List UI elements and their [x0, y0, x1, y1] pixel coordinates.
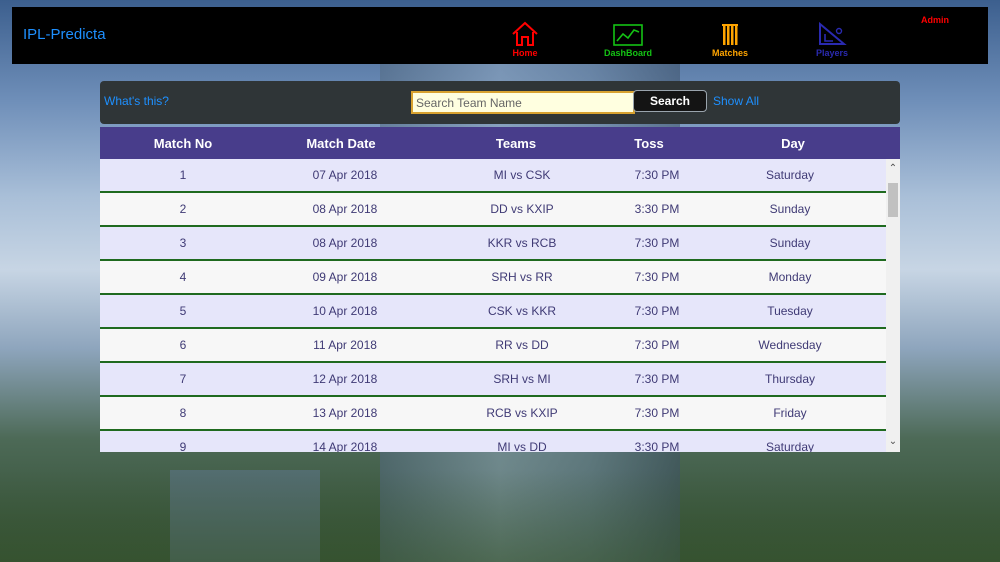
- show-all-link[interactable]: Show All: [713, 94, 759, 108]
- cell-match-no: 6: [179, 338, 187, 352]
- top-navbar: IPL-Predicta Home DashBoard Matches Play…: [12, 7, 988, 64]
- nav-home[interactable]: Home: [485, 21, 565, 58]
- table-scrollbar[interactable]: ⌃ ⌄: [886, 159, 900, 452]
- scroll-down-icon[interactable]: ⌄: [888, 436, 898, 448]
- cell-toss: 7:30 PM: [634, 406, 680, 420]
- cell-day: Sunday: [769, 236, 811, 250]
- bat-ball-icon: [819, 21, 847, 45]
- table-body: 1 07 Apr 2018 MI vs CSK 7:30 PM Saturday…: [100, 159, 886, 452]
- nav-matches-label: Matches: [711, 48, 748, 58]
- header-toss: Toss: [634, 136, 664, 151]
- brand-logo[interactable]: IPL-Predicta: [23, 26, 106, 43]
- search-button[interactable]: Search: [633, 90, 707, 112]
- table-row[interactable]: 9 14 Apr 2018 MI vs DD 3:30 PM Saturday: [100, 431, 886, 452]
- background-trees: [0, 470, 1000, 562]
- cell-teams: SRH vs MI: [493, 372, 551, 386]
- home-icon: [512, 21, 538, 46]
- cell-teams: RR vs DD: [495, 338, 549, 352]
- cell-match-date: 10 Apr 2018: [312, 304, 378, 318]
- cell-toss: 3:30 PM: [634, 202, 680, 216]
- nav-dashboard-label: DashBoard: [603, 48, 652, 58]
- cell-toss: 7:30 PM: [634, 270, 680, 284]
- table-row[interactable]: 6 11 Apr 2018 RR vs DD 7:30 PM Wednesday: [100, 329, 886, 363]
- cell-toss: 7:30 PM: [634, 236, 680, 250]
- cell-match-date: 11 Apr 2018: [313, 338, 377, 352]
- cell-toss: 7:30 PM: [634, 372, 680, 386]
- table-row[interactable]: 7 12 Apr 2018 SRH vs MI 7:30 PM Thursday: [100, 363, 886, 397]
- table-row[interactable]: 5 10 Apr 2018 CSK vs KKR 7:30 PM Tuesday: [100, 295, 886, 329]
- header-teams: Teams: [495, 136, 537, 151]
- nav-dashboard[interactable]: DashBoard: [588, 21, 668, 58]
- scroll-up-icon[interactable]: ⌃: [888, 163, 898, 175]
- nav-matches[interactable]: Matches: [690, 21, 770, 58]
- table-header: Match No Match Date Teams Toss Day: [100, 127, 900, 159]
- table-row[interactable]: 3 08 Apr 2018 KKR vs RCB 7:30 PM Sunday: [100, 227, 886, 261]
- cell-match-no: 9: [179, 440, 187, 452]
- cell-day: Monday: [768, 270, 812, 284]
- search-panel: What's this? Search Show All: [100, 81, 900, 124]
- cell-day: Wednesday: [758, 338, 822, 352]
- cell-match-no: 2: [179, 202, 187, 216]
- cell-teams: KKR vs RCB: [487, 236, 557, 250]
- cell-day: Sunday: [769, 202, 811, 216]
- cell-teams: MI vs CSK: [493, 168, 551, 182]
- header-match-no: Match No: [153, 136, 213, 151]
- cell-teams: MI vs DD: [497, 440, 547, 452]
- table-row[interactable]: 8 13 Apr 2018 RCB vs KXIP 7:30 PM Friday: [100, 397, 886, 431]
- header-match-date: Match Date: [306, 136, 376, 151]
- admin-link[interactable]: Admin: [921, 15, 949, 25]
- cell-toss: 7:30 PM: [634, 304, 680, 318]
- stumps-icon: [722, 24, 738, 45]
- nav-home-label: Home: [512, 48, 538, 58]
- header-day: Day: [781, 136, 805, 151]
- cell-teams: RCB vs KXIP: [486, 406, 558, 420]
- cell-match-no: 8: [179, 406, 187, 420]
- cell-match-no: 5: [179, 304, 187, 318]
- cell-day: Friday: [773, 406, 807, 420]
- cell-match-no: 3: [179, 236, 187, 250]
- cell-day: Saturday: [765, 440, 815, 452]
- cell-toss: 3:30 PM: [634, 440, 680, 452]
- cell-toss: 7:30 PM: [634, 168, 680, 182]
- cell-match-date: 08 Apr 2018: [312, 236, 378, 250]
- search-input[interactable]: [411, 91, 635, 114]
- cell-teams: SRH vs RR: [491, 270, 553, 284]
- scroll-thumb[interactable]: [888, 183, 898, 217]
- cell-match-date: 09 Apr 2018: [312, 270, 378, 284]
- cell-match-date: 12 Apr 2018: [312, 372, 378, 386]
- cell-match-no: 7: [179, 372, 187, 386]
- nav-players[interactable]: Players: [792, 21, 872, 58]
- matches-table: Match No Match Date Teams Toss Day 1 07 …: [100, 127, 900, 452]
- table-row[interactable]: 4 09 Apr 2018 SRH vs RR 7:30 PM Monday: [100, 261, 886, 295]
- cell-day: Thursday: [764, 372, 816, 386]
- chart-icon: [613, 24, 643, 46]
- cell-toss: 7:30 PM: [634, 338, 680, 352]
- table-row[interactable]: 2 08 Apr 2018 DD vs KXIP 3:30 PM Sunday: [100, 193, 886, 227]
- table-row[interactable]: 1 07 Apr 2018 MI vs CSK 7:30 PM Saturday: [100, 159, 886, 193]
- cell-teams: CSK vs KKR: [487, 304, 556, 318]
- cell-day: Saturday: [765, 168, 815, 182]
- cell-teams: DD vs KXIP: [490, 202, 554, 216]
- cell-match-date: 14 Apr 2018: [312, 440, 378, 452]
- cell-match-date: 08 Apr 2018: [312, 202, 378, 216]
- cell-match-date: 13 Apr 2018: [312, 406, 378, 420]
- cell-match-no: 1: [179, 168, 187, 182]
- cell-match-no: 4: [179, 270, 187, 284]
- nav-players-label: Players: [815, 48, 849, 58]
- whats-this-link[interactable]: What's this?: [104, 94, 169, 108]
- cell-match-date: 07 Apr 2018: [312, 168, 378, 182]
- cell-day: Tuesday: [767, 304, 813, 318]
